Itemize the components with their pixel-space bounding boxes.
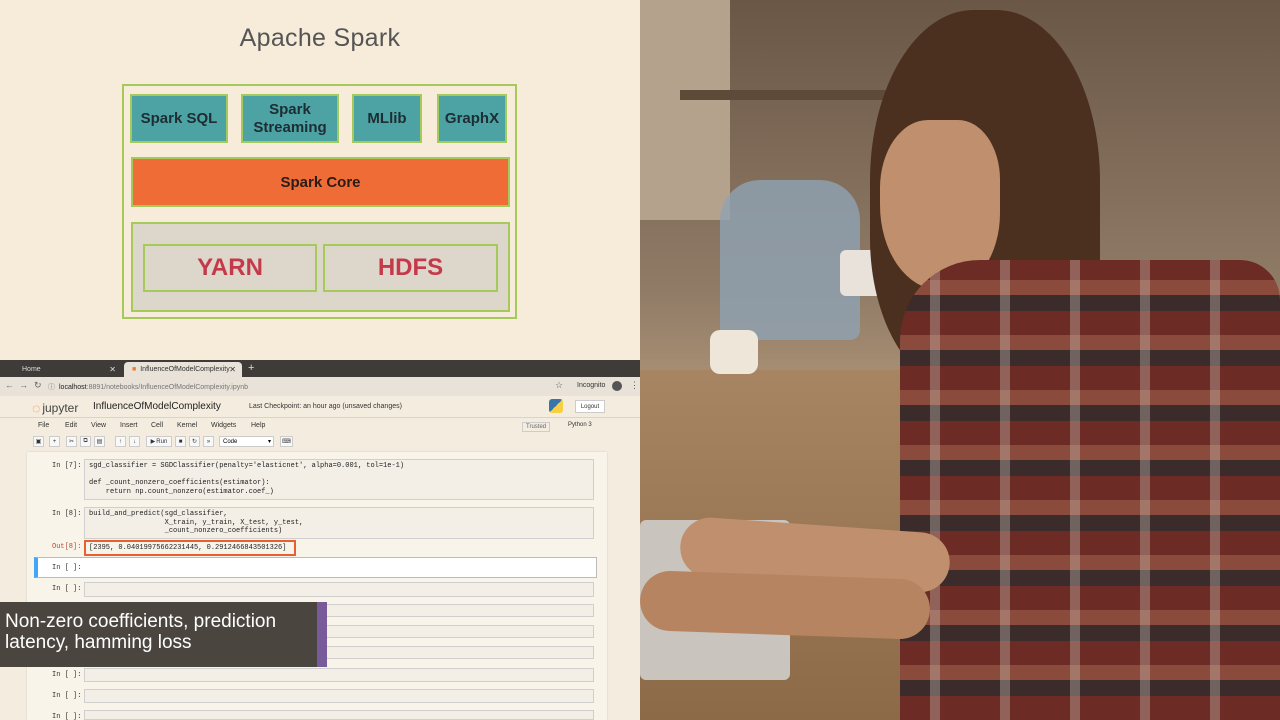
incognito-icon xyxy=(612,381,622,391)
out-8-prompt: Out[8]: xyxy=(52,543,82,551)
checkpoint-status: Last Checkpoint: an hour ago (unsaved ch… xyxy=(249,403,402,410)
yarn-box: YARN xyxy=(143,244,317,292)
kernel-indicator: Python 3 xyxy=(568,422,592,428)
trusted-badge[interactable]: Trusted xyxy=(522,422,551,432)
jupyter-menubar: File Edit View Insert Cell Kernel Widget… xyxy=(30,420,610,434)
copy-icon[interactable]: ⧉ xyxy=(80,436,91,447)
fast-forward-icon[interactable]: » xyxy=(203,436,214,447)
notebook-favicon-icon: ■ xyxy=(132,366,137,373)
slide-title: Apache Spark xyxy=(239,24,401,52)
menu-view[interactable]: View xyxy=(91,422,106,429)
jupyter-logo-icon: ◌ xyxy=(32,400,41,416)
empty-cell-input[interactable] xyxy=(84,668,594,682)
hdfs-box: HDFS xyxy=(323,244,498,292)
move-up-icon[interactable]: ↑ xyxy=(115,436,126,447)
notebook-name[interactable]: InfluenceOfModelComplexity xyxy=(93,401,221,412)
slide-panel: Apache Spark Spark SQL Spark Streaming M… xyxy=(0,0,640,360)
spark-core-box: Spark Core xyxy=(131,157,510,207)
menu-kernel[interactable]: Kernel xyxy=(177,422,197,429)
menu-help[interactable]: Help xyxy=(251,422,265,429)
empty-cell-input[interactable] xyxy=(84,582,594,597)
jupyter-logo[interactable]: ◌ jupyter xyxy=(32,400,78,416)
photo-window xyxy=(640,0,730,220)
jupyter-toolbar: ▣ + ✂ ⧉ ▤ ↑ ↓ ▶ Run ■ ↻ » Code ▾ ⌨ xyxy=(30,436,610,450)
caption-accent-bar xyxy=(317,602,327,667)
empty-cell-prompt: In [ ]: xyxy=(52,692,82,700)
jupyter-logo-text: jupyter xyxy=(42,401,79,415)
menu-widgets[interactable]: Widgets xyxy=(211,422,236,429)
menu-edit[interactable]: Edit xyxy=(65,422,77,429)
incognito-label: Incognito xyxy=(577,382,606,389)
keyboard-icon[interactable]: ⌨ xyxy=(280,436,293,447)
bookmark-star-icon[interactable]: ☆ xyxy=(555,380,563,391)
photo-cup-2 xyxy=(710,330,758,374)
cafe-photo xyxy=(640,0,1280,720)
menu-file[interactable]: File xyxy=(38,422,49,429)
save-icon[interactable]: ▣ xyxy=(33,436,44,447)
forward-icon[interactable]: → xyxy=(19,380,28,390)
active-empty-cell[interactable] xyxy=(34,557,597,578)
empty-cell-input[interactable] xyxy=(84,689,594,703)
spark-streaming-box: Spark Streaming xyxy=(241,94,339,143)
empty-cell-prompt: In [ ]: xyxy=(52,671,82,679)
run-label: Run xyxy=(156,438,168,445)
close-icon[interactable]: ✕ xyxy=(109,365,116,374)
run-icon: ▶ xyxy=(150,439,156,445)
spark-sql-box: Spark SQL xyxy=(130,94,228,143)
url-host: localhost xyxy=(59,383,87,391)
cell-8-code[interactable]: build_and_predict(sgd_classifier, X_trai… xyxy=(84,507,594,539)
reload-icon[interactable]: ↻ xyxy=(34,380,42,391)
cell-8-prompt: In [8]: xyxy=(52,510,82,518)
tab-home-label: Home xyxy=(22,366,41,373)
cluster-manager-box: YARN HDFS xyxy=(131,222,510,312)
spark-diagram: Spark SQL Spark Streaming MLlib GraphX S… xyxy=(122,84,517,319)
tab-notebook[interactable]: ■ InfluenceOfModelComplexity ✕ xyxy=(124,362,242,377)
restart-icon[interactable]: ↻ xyxy=(189,436,200,447)
cell-type-value: Code xyxy=(223,438,238,445)
cut-icon[interactable]: ✂ xyxy=(66,436,77,447)
paste-icon[interactable]: ▤ xyxy=(94,436,105,447)
empty-cell-prompt: In [ ]: xyxy=(52,713,82,720)
info-icon: ⓘ xyxy=(48,384,55,391)
tab-notebook-label: InfluenceOfModelComplexity xyxy=(140,366,230,373)
menu-cell[interactable]: Cell xyxy=(151,422,163,429)
url-field[interactable]: ⓘ localhost:8891/notebooks/InfluenceOfMo… xyxy=(48,381,568,393)
back-icon[interactable]: ← xyxy=(5,380,14,390)
photo-arm-2 xyxy=(640,569,931,641)
close-icon[interactable]: ✕ xyxy=(229,365,236,374)
chevron-down-icon: ▾ xyxy=(267,439,271,445)
empty-cell-input[interactable] xyxy=(84,710,594,720)
logout-button[interactable]: Logout xyxy=(575,400,605,413)
url-path: :8891/notebooks/InfluenceOfModelComplexi… xyxy=(86,383,248,391)
new-tab-icon[interactable]: + xyxy=(248,362,254,374)
out-8-result: [2395, 0.04019975662231445, 0.2912466843… xyxy=(84,540,296,556)
jupyter-header: ◌ jupyter InfluenceOfModelComplexity Last… xyxy=(0,396,640,418)
stop-icon[interactable]: ■ xyxy=(175,436,186,447)
cell-type-select[interactable]: Code ▾ xyxy=(219,436,274,447)
address-bar: ← → ↻ ⓘ localhost:8891/notebooks/Influen… xyxy=(0,377,640,396)
empty-cell-prompt: In [ ]: xyxy=(52,585,82,593)
tab-bar: Home ✕ ■ InfluenceOfModelComplexity ✕ + xyxy=(0,360,640,377)
empty-cell-prompt: In [ ]: xyxy=(52,564,82,572)
move-down-icon[interactable]: ↓ xyxy=(129,436,140,447)
graphx-box: GraphX xyxy=(437,94,507,143)
python-logo-icon xyxy=(549,399,563,413)
cell-7-prompt: In [7]: xyxy=(52,462,82,470)
browser-menu-icon[interactable]: ⋮ xyxy=(630,380,639,391)
cell-7-code[interactable]: sgd_classifier = SGDClassifier(penalty='… xyxy=(84,459,594,500)
photo-plaid-shirt xyxy=(900,260,1280,720)
tab-home[interactable]: Home ✕ xyxy=(4,362,122,377)
photo-background-person xyxy=(720,180,860,340)
caption-overlay: Non-zero coefficients, prediction latenc… xyxy=(0,602,317,667)
run-button[interactable]: ▶ Run xyxy=(146,436,172,447)
menu-insert[interactable]: Insert xyxy=(120,422,138,429)
mllib-box: MLlib xyxy=(352,94,422,143)
add-cell-icon[interactable]: + xyxy=(49,436,60,447)
